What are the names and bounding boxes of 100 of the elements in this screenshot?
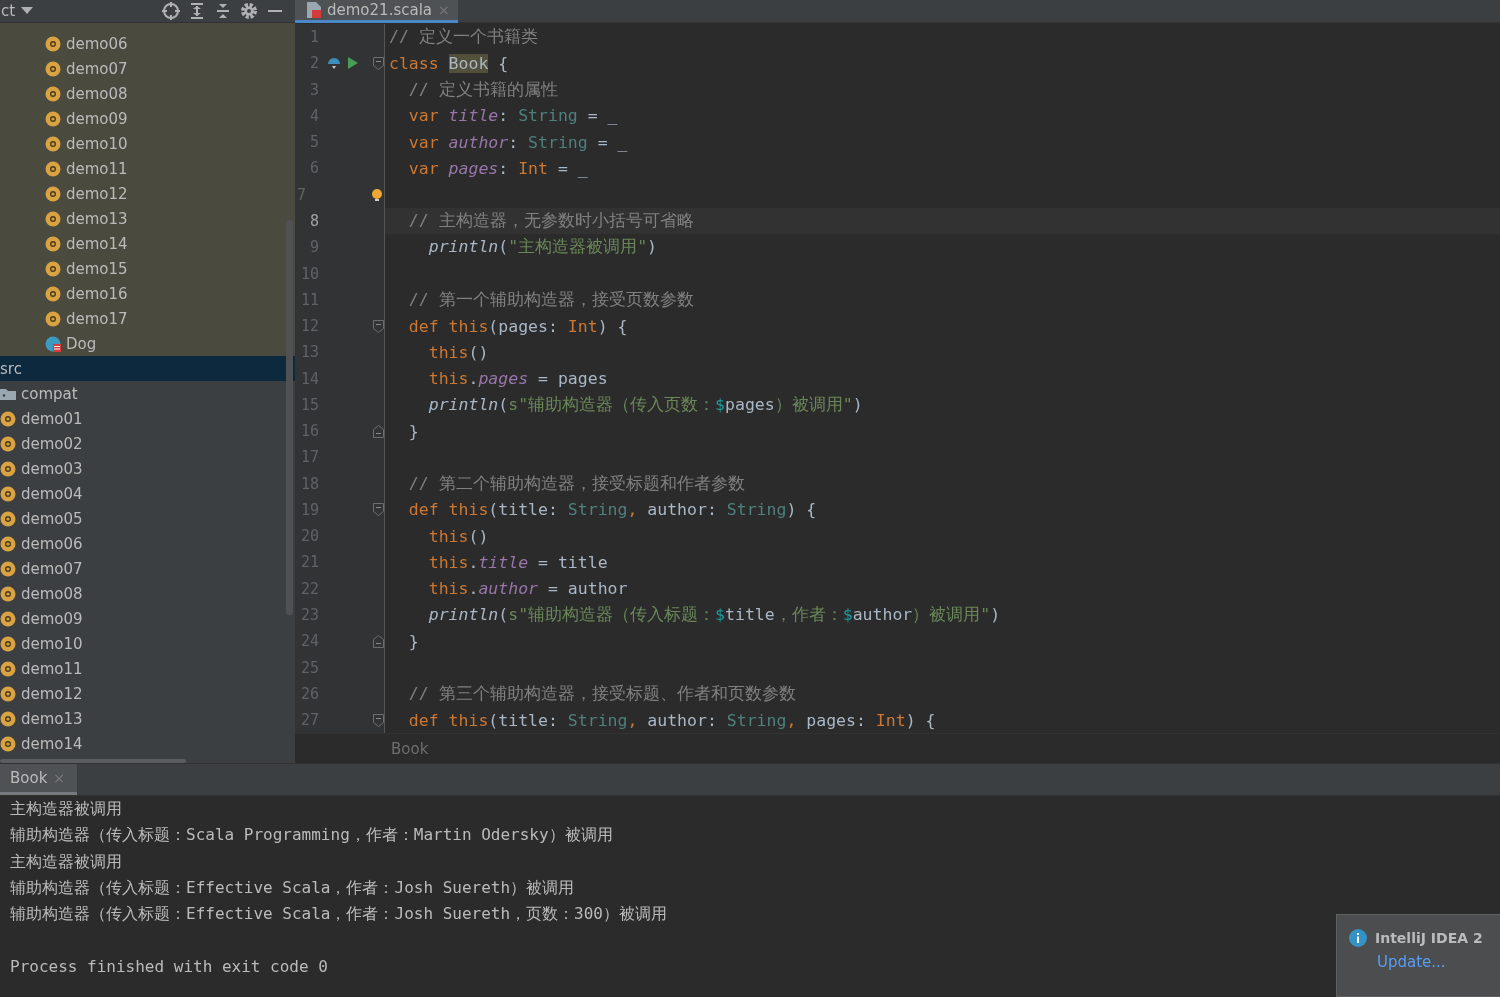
- tree-item[interactable]: demo14: [0, 231, 295, 256]
- object-icon: [0, 735, 16, 752]
- code-line: this.pages = pages: [427, 369, 608, 389]
- bulb-icon[interactable]: [370, 187, 384, 202]
- code-line: this(): [427, 526, 489, 546]
- scrollbar[interactable]: [286, 220, 293, 615]
- locate-icon[interactable]: [161, 1, 181, 21]
- object-icon: [45, 260, 61, 277]
- tree-item[interactable]: demo08: [0, 581, 295, 606]
- tree-item[interactable]: demo02: [0, 431, 295, 456]
- object-icon: [0, 585, 16, 602]
- class-icon: [45, 335, 61, 352]
- tree-item[interactable]: compat: [0, 381, 295, 406]
- code-line: var author: String = _: [407, 132, 628, 152]
- tree-item[interactable]: demo09: [0, 606, 295, 631]
- tree-item[interactable]: demo12: [0, 681, 295, 706]
- tree-item[interactable]: demo03: [0, 456, 295, 481]
- code-line: this.title = title: [427, 552, 608, 572]
- tree-item[interactable]: demo12: [0, 181, 295, 206]
- caret-icon[interactable]: [21, 7, 34, 15]
- info-icon: [1349, 929, 1367, 947]
- code-line: var title: String = _: [407, 106, 618, 126]
- fold-icon[interactable]: [373, 319, 384, 333]
- code-line: class Book {: [388, 53, 509, 73]
- tree-item[interactable]: demo15: [0, 256, 295, 281]
- editor-tab[interactable]: demo21.scala ×: [295, 0, 458, 23]
- object-icon: [0, 535, 16, 552]
- fold-icon[interactable]: [373, 503, 384, 517]
- tree-item[interactable]: demo13: [0, 206, 295, 231]
- object-icon: [0, 635, 16, 652]
- code-line: // 定义书籍的属性: [407, 78, 558, 101]
- console-line: 辅助构造器（传入标题：Effective Scala，作者：Josh Suereth）被调用: [10, 877, 575, 897]
- code-line: println("主构造器被调用"): [427, 236, 658, 259]
- object-icon: [45, 160, 61, 177]
- object-icon: [45, 310, 61, 327]
- tree-item[interactable]: demo01: [0, 406, 295, 431]
- tree-item[interactable]: demo05: [0, 506, 295, 531]
- code-line: // 定义一个书籍类: [388, 26, 538, 49]
- object-icon: [0, 485, 16, 502]
- console-line: 主构造器被调用: [10, 851, 122, 871]
- fold-icon[interactable]: [373, 56, 384, 70]
- object-icon: [45, 85, 61, 102]
- object-icon: [0, 710, 16, 727]
- fold-icon[interactable]: [373, 424, 384, 438]
- console-line: 主构造器被调用: [10, 799, 122, 818]
- run-tab[interactable]: Book ×: [0, 764, 78, 795]
- tree-item[interactable]: demo04: [0, 481, 295, 506]
- object-icon: [45, 60, 61, 77]
- override-icon[interactable]: [327, 56, 341, 71]
- tree-item[interactable]: Dog: [0, 331, 295, 356]
- scala-file-icon: [307, 2, 321, 18]
- tree-item[interactable]: demo07: [0, 556, 295, 581]
- code-line: def this(title: String, author: String, pages: Int) {: [407, 710, 936, 730]
- tree-item[interactable]: demo09: [0, 106, 295, 131]
- fold-icon[interactable]: [373, 634, 384, 648]
- notification-title: IntelliJ IDEA 2: [1375, 930, 1483, 946]
- update-link[interactable]: Update...: [1377, 953, 1446, 971]
- object-icon: [0, 560, 16, 577]
- object-icon: [45, 185, 61, 202]
- console-line: 辅助构造器（传入标题：Scala Programming，作者：Martin Odersky）被调用: [10, 825, 613, 845]
- run-icon[interactable]: [345, 56, 359, 71]
- object-icon: [0, 510, 16, 527]
- object-icon: [0, 660, 16, 677]
- settings-icon[interactable]: [239, 1, 259, 21]
- tree-item[interactable]: demo11: [0, 156, 295, 181]
- code-line: def this(pages: Int) {: [407, 316, 628, 336]
- tree-item[interactable]: demo10: [0, 131, 295, 156]
- line-number: 8: [308, 212, 319, 230]
- tree-item[interactable]: demo06: [0, 31, 295, 56]
- tree-item[interactable]: demo14: [0, 731, 295, 756]
- object-icon: [0, 610, 16, 627]
- tree-item[interactable]: demo08: [0, 81, 295, 106]
- tree-item[interactable]: demo07: [0, 56, 295, 81]
- tree-item[interactable]: demo11: [0, 656, 295, 681]
- object-icon: [45, 135, 61, 152]
- object-icon: [45, 35, 61, 52]
- tree-item[interactable]: demo17: [0, 306, 295, 331]
- fold-icon[interactable]: [373, 713, 384, 727]
- code-line: println(s"辅助构造器（传入标题：$title，作者：$author）被调用"): [427, 603, 1001, 626]
- tree-item[interactable]: src: [0, 356, 295, 381]
- code-line: // 第三个辅助构造器，接受标题、作者和页数参数: [407, 682, 796, 705]
- code-line: this(): [427, 342, 489, 362]
- tree-item[interactable]: demo06: [0, 531, 295, 556]
- object-icon: [0, 435, 16, 452]
- tree-item[interactable]: demo16: [0, 281, 295, 306]
- console-line: Process finished with exit code 0: [10, 956, 328, 976]
- code-line: this.author = author: [427, 579, 628, 599]
- object-icon: [0, 685, 16, 702]
- tree-item[interactable]: demo10: [0, 631, 295, 656]
- code-line: // 第二个辅助构造器，接受标题和作者参数: [407, 472, 745, 495]
- object-icon: [45, 110, 61, 127]
- tree-item[interactable]: demo13: [0, 706, 295, 731]
- code-line: }: [407, 631, 419, 651]
- object-icon: [0, 410, 16, 427]
- code-line: }: [407, 421, 419, 441]
- code-line: var pages: Int = _: [407, 158, 588, 178]
- breadcrumb[interactable]: Book: [391, 739, 429, 758]
- object-icon: [45, 285, 61, 302]
- code-line: // 主构造器，无参数时小括号可省略: [407, 210, 694, 232]
- code-line: def this(title: String, author: String) {: [407, 500, 817, 520]
